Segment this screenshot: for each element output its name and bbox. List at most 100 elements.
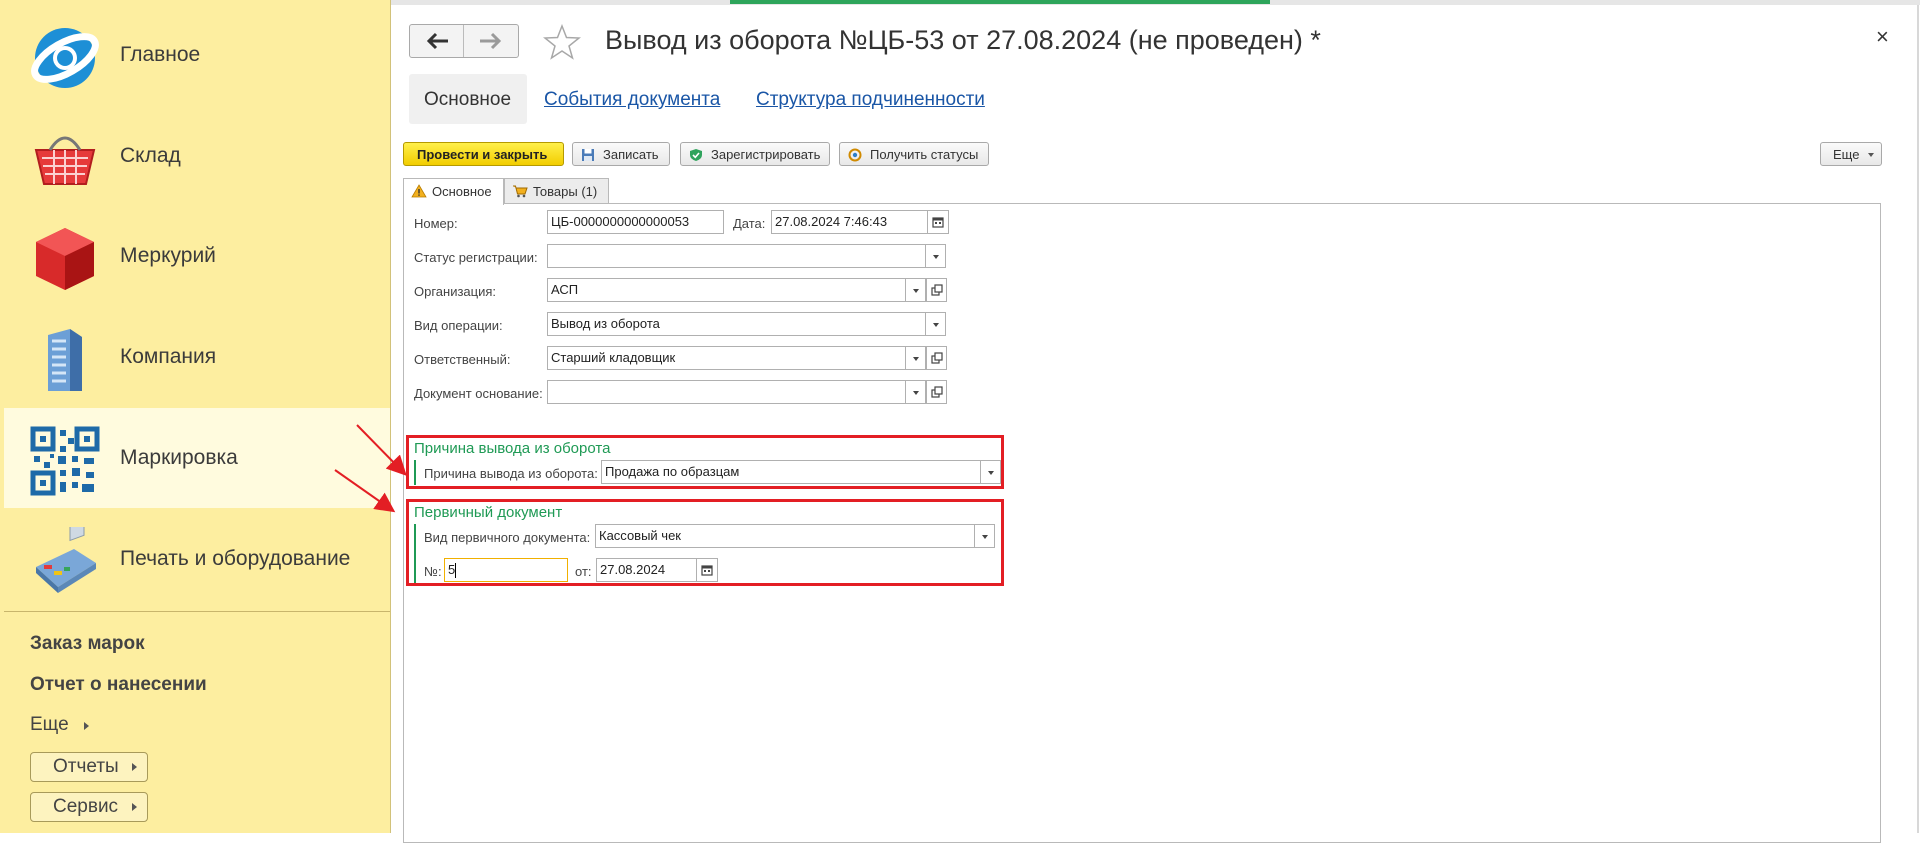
basket-icon [34,136,96,185]
reports-button-label: Отчеты [53,756,119,777]
section-company[interactable]: Компания [4,307,390,407]
basis-document-dropdown[interactable] [905,380,926,404]
text-cursor [455,563,456,578]
globe-icon [31,28,99,88]
refresh-status-icon [848,148,862,162]
responsible-dropdown[interactable] [905,346,926,370]
close-icon[interactable]: × [1876,24,1889,50]
get-statuses-button[interactable]: Получить статусы [839,142,989,166]
floppy-disk-icon [582,149,594,161]
primary-doc-calendar-button[interactable] [696,558,718,582]
forward-arrow-icon[interactable] [478,32,502,50]
responsible-field[interactable]: Старший кладовщик [547,346,906,370]
operation-type-dropdown[interactable] [925,312,946,336]
register-label: Зарегистрировать [711,147,821,162]
primary-doc-number-field[interactable]: 5 [444,558,568,582]
tab-goods[interactable]: Товары (1) [504,178,609,204]
cube-icon [36,228,94,290]
link-application-report[interactable]: Отчет о нанесении [30,674,207,696]
open-window-icon [931,284,943,296]
document-title: Вывод из оборота №ЦБ-53 от 27.08.2024 (н… [605,25,1321,55]
basis-document-label: Документ основание: [414,386,543,401]
building-icon [48,329,82,391]
payment-terminal-icon [36,527,96,593]
chevron-right-icon [132,763,137,771]
number-field[interactable]: ЦБ-0000000000000053 [547,210,724,234]
chevron-down-icon [1868,153,1874,157]
section-mercury[interactable]: Меркурий [4,206,390,306]
save-button[interactable]: Записать [572,142,670,166]
chevron-right-icon [83,722,89,730]
section-warehouse[interactable]: Склад [4,106,390,206]
history-nav [409,24,519,58]
open-window-icon [931,352,943,364]
number-label: Номер: [414,216,458,231]
sections-panel: Главное Склад Меркурий Компания Маркиров… [0,0,391,833]
reason-label: Причина вывода из оборота: [424,466,598,481]
section-label: Компания [120,345,217,368]
cart-icon [513,185,528,198]
save-label: Записать [603,147,659,162]
section-label: Главное [120,43,201,66]
reason-field[interactable]: Продажа по образцам [601,460,981,484]
basis-document-open-button[interactable] [926,380,947,404]
registration-status-dropdown[interactable] [925,244,946,268]
section-label: Маркировка [120,446,238,469]
back-arrow-icon[interactable] [426,32,450,50]
tab-main-nav-label: Основное [424,89,512,110]
register-button[interactable]: Зарегистрировать [680,142,830,166]
registration-status-field[interactable] [547,244,926,268]
qr-code-icon [30,426,100,496]
more-actions-button[interactable]: Еще [1820,142,1882,166]
primary-doc-date-field[interactable]: 27.08.2024 [596,558,697,582]
service-button-label: Сервис [53,796,119,817]
registration-status-label: Статус регистрации: [414,250,538,265]
post-and-close-button[interactable]: Провести и закрыть [403,142,564,166]
organization-dropdown[interactable] [905,278,926,302]
link-order-marks[interactable]: Заказ марок [30,633,145,655]
responsible-label: Ответственный: [414,352,511,367]
section-main[interactable]: Главное [4,5,390,105]
tab-main-label: Основное [432,184,492,199]
more-actions-label: Еще [1833,147,1860,162]
primary-doc-date-label: от: [575,564,592,579]
open-window-icon [931,386,943,398]
service-button[interactable]: Сервис [30,792,148,822]
operation-type-field[interactable]: Вывод из оборота [547,312,926,336]
reason-group-bar [414,460,416,485]
primary-doc-number-label: №: [424,564,442,579]
organization-open-button[interactable] [926,278,947,302]
operation-type-label: Вид операции: [414,318,503,333]
primary-doc-type-field[interactable]: Кассовый чек [595,524,975,548]
calendar-icon [701,565,713,576]
section-label: Меркурий [120,244,216,267]
calendar-icon [932,217,944,228]
tab-main[interactable]: Основное [403,178,504,205]
favorite-star-icon[interactable] [543,24,581,60]
reports-button[interactable]: Отчеты [30,752,148,782]
tab-subordination-structure[interactable]: Структура подчиненности [756,89,985,111]
primary-doc-type-label: Вид первичного документа: [424,530,591,545]
section-marking[interactable]: Маркировка [4,408,390,508]
sidebar-more-label: Еще [30,714,69,735]
basis-document-field[interactable] [547,380,906,404]
organization-label: Организация: [414,284,497,299]
get-statuses-label: Получить статусы [870,147,979,162]
chevron-right-icon [132,803,137,811]
warning-icon [411,184,427,198]
responsible-open-button[interactable] [926,346,947,370]
section-label: Печать и оборудование [120,547,351,570]
date-calendar-button[interactable] [927,210,949,234]
tab-document-events[interactable]: События документа [544,89,720,111]
reason-dropdown[interactable] [980,460,1001,484]
date-label: Дата: [733,216,766,231]
section-printing-equipment[interactable]: Печать и оборудование [4,509,390,609]
sidebar-divider [4,611,390,612]
tab-main-nav[interactable]: Основное [409,74,527,124]
sidebar-more-link[interactable]: Еще [30,714,89,736]
primary-doc-type-dropdown[interactable] [974,524,995,548]
shield-check-icon [690,149,702,161]
date-field[interactable]: 27.08.2024 7:46:43 [771,210,928,234]
primary-doc-group-bar [414,524,416,583]
organization-field[interactable]: АСП [547,278,906,302]
